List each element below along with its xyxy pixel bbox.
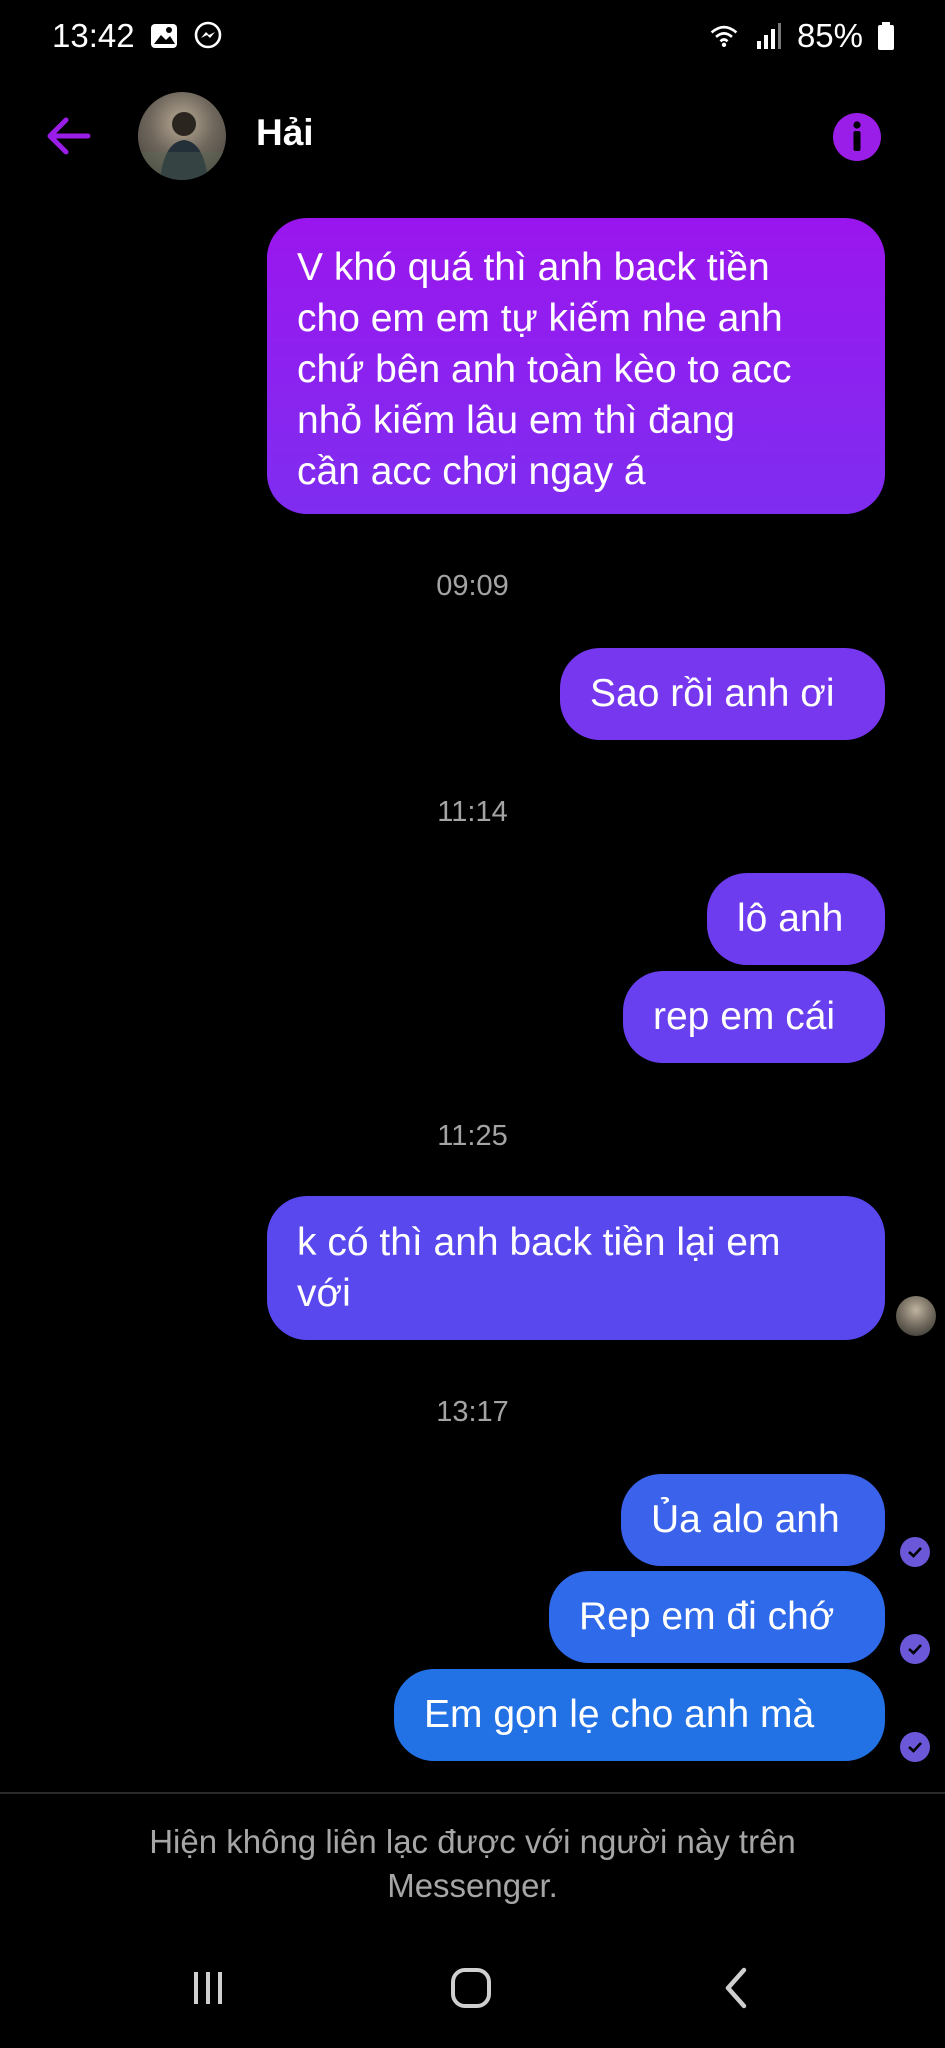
battery-icon (877, 21, 895, 51)
divider (0, 1792, 945, 1794)
home-button[interactable] (441, 1958, 501, 2018)
message-line: k có thì anh back tiền lại em (297, 1221, 781, 1264)
message-bubble[interactable]: V khó quá thì anh back tiền cho em em tự… (267, 218, 885, 514)
timestamp: 11:25 (437, 1120, 508, 1152)
read-receipt (900, 1732, 930, 1762)
unavailable-notice: Hiện không liên lạc được với người này t… (149, 1823, 796, 1904)
system-nav-bar (0, 1950, 945, 2030)
back-nav-button[interactable] (706, 1958, 766, 2018)
message-bubble[interactable]: rep em cái (623, 971, 885, 1063)
message-line: cho em em tự kiếm nhe anh (297, 297, 783, 340)
back-button[interactable] (42, 112, 94, 160)
message-line: rep em cái (653, 995, 836, 1038)
signal-icon (753, 21, 783, 51)
messenger-icon (193, 21, 223, 51)
status-right: 85% (709, 17, 895, 55)
message-line: chứ bên anh toàn kèo to acc (297, 348, 792, 391)
timestamp: 13:17 (436, 1396, 509, 1428)
status-left: 13:42 (52, 17, 223, 55)
info-icon (833, 113, 881, 161)
seen-avatar (896, 1296, 936, 1336)
status-bar: 13:42 85% (0, 0, 945, 72)
message-line: Rep em đi chớ (579, 1595, 835, 1638)
message-line: Ủa alo anh (651, 1498, 840, 1541)
check-icon (908, 1547, 922, 1558)
message-bubble[interactable]: Em gọn lẹ cho anh mà (394, 1669, 885, 1761)
contact-avatar[interactable] (138, 92, 226, 180)
read-receipt (900, 1537, 930, 1567)
check-icon (908, 1644, 922, 1655)
gallery-icon (149, 21, 179, 51)
message-line: cần acc chơi ngay á (297, 450, 646, 493)
chat-screen: 13:42 85% Hải V khó quá thì anh back tiề… (0, 0, 945, 2048)
arrow-left-icon (47, 117, 91, 155)
message-bubble[interactable]: Ủa alo anh (621, 1474, 885, 1566)
timestamp: 11:14 (437, 796, 508, 828)
message-bubble[interactable]: Sao rồi anh ơi (560, 648, 885, 740)
message-line: V khó quá thì anh back tiền (297, 246, 770, 289)
message-line: nhỏ kiếm lâu em thì đang (297, 399, 735, 442)
message-line: Sao rồi anh ơi (590, 672, 835, 715)
contact-name[interactable]: Hải (256, 112, 314, 154)
message-line: Em gọn lẹ cho anh mà (424, 1693, 815, 1736)
message-bubble[interactable]: lô anh (707, 873, 885, 965)
home-icon (451, 1968, 491, 2008)
message-bubble[interactable]: Rep em đi chớ (549, 1571, 885, 1663)
message-line: với (297, 1272, 351, 1315)
back-nav-icon (725, 1967, 747, 2009)
read-receipt (900, 1634, 930, 1664)
recent-apps-button[interactable] (178, 1958, 238, 2018)
message-line: lô anh (737, 897, 844, 940)
recent-apps-icon (194, 1972, 222, 2004)
avatar-image (138, 112, 226, 180)
chat-header: Hải (0, 88, 945, 184)
battery-percent: 85% (796, 17, 863, 54)
message-bubble[interactable]: k có thì anh back tiền lại em với (267, 1196, 885, 1340)
wifi-icon (709, 21, 739, 51)
clock: 13:42 (52, 17, 135, 54)
timestamp: 09:09 (436, 570, 509, 602)
check-icon (908, 1742, 922, 1753)
info-button[interactable] (832, 112, 882, 162)
